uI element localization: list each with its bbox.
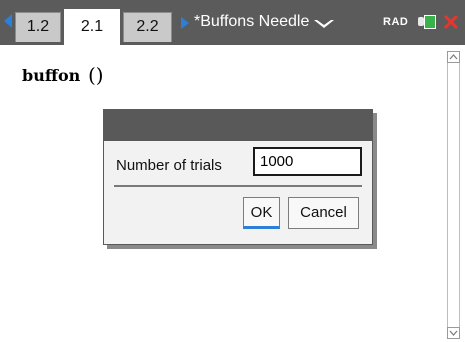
scroll-down-icon[interactable] bbox=[447, 327, 460, 339]
scroll-up-icon[interactable] bbox=[447, 51, 460, 63]
close-icon[interactable]: ✕ bbox=[441, 12, 461, 34]
command-expression[interactable]: buffon bbox=[22, 66, 80, 85]
tab-label: 1.2 bbox=[26, 18, 50, 35]
argument-parentheses[interactable]: () bbox=[88, 63, 104, 87]
tab-2-1[interactable]: 2.1 bbox=[64, 9, 120, 45]
dialog-divider bbox=[114, 185, 362, 187]
vertical-scrollbar[interactable] bbox=[447, 51, 460, 339]
previous-page-arrow-icon[interactable] bbox=[4, 14, 12, 28]
ok-button[interactable]: OK bbox=[243, 197, 280, 229]
tab-label: 2.1 bbox=[80, 18, 104, 35]
dialog-title-bar bbox=[104, 110, 372, 141]
tab-bar: 1.2 2.1 2.2 *Buffons Needle RAD ✕ bbox=[0, 0, 465, 45]
chevron-down-icon[interactable] bbox=[314, 20, 334, 28]
cancel-button[interactable]: Cancel bbox=[288, 197, 359, 229]
number-of-trials-input[interactable] bbox=[253, 147, 362, 176]
battery-icon bbox=[418, 15, 436, 29]
document-title[interactable]: *Buffons Needle bbox=[194, 13, 309, 31]
number-of-trials-dialog: Number of trials OK Cancel bbox=[103, 109, 373, 245]
tab-1-2[interactable]: 1.2 bbox=[15, 12, 61, 42]
angle-mode-indicator: RAD bbox=[383, 16, 409, 28]
tab-label: 2.2 bbox=[136, 18, 159, 35]
next-page-arrow-icon[interactable] bbox=[181, 17, 189, 29]
tab-2-2[interactable]: 2.2 bbox=[123, 12, 172, 42]
number-of-trials-label: Number of trials bbox=[116, 157, 222, 174]
